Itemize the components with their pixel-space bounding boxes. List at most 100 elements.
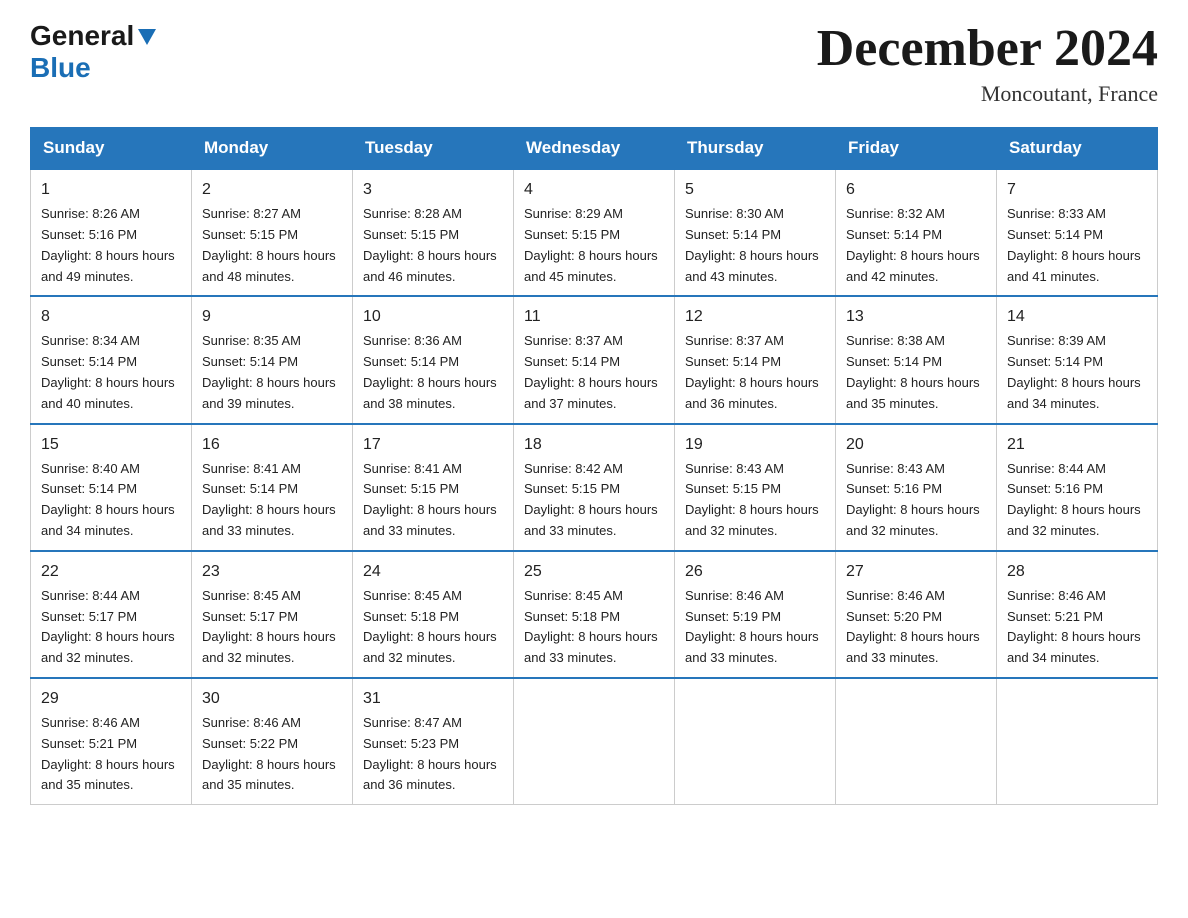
calendar-day-cell: 6 Sunrise: 8:32 AMSunset: 5:14 PMDayligh… [836,169,997,296]
col-sunday: Sunday [31,128,192,170]
calendar-day-cell: 1 Sunrise: 8:26 AMSunset: 5:16 PMDayligh… [31,169,192,296]
day-number: 20 [846,433,986,457]
day-info: Sunrise: 8:30 AMSunset: 5:14 PMDaylight:… [685,206,819,283]
day-number: 7 [1007,178,1147,202]
calendar-day-cell: 23 Sunrise: 8:45 AMSunset: 5:17 PMDaylig… [192,551,353,678]
day-number: 5 [685,178,825,202]
day-number: 25 [524,560,664,584]
day-info: Sunrise: 8:38 AMSunset: 5:14 PMDaylight:… [846,333,980,410]
day-number: 4 [524,178,664,202]
day-info: Sunrise: 8:46 AMSunset: 5:19 PMDaylight:… [685,588,819,665]
calendar-day-cell: 12 Sunrise: 8:37 AMSunset: 5:14 PMDaylig… [675,296,836,423]
day-number: 11 [524,305,664,329]
logo-blue-text: Blue [30,52,91,83]
day-number: 19 [685,433,825,457]
calendar-day-cell [514,678,675,805]
day-number: 14 [1007,305,1147,329]
calendar-day-cell: 5 Sunrise: 8:30 AMSunset: 5:14 PMDayligh… [675,169,836,296]
calendar-day-cell: 28 Sunrise: 8:46 AMSunset: 5:21 PMDaylig… [997,551,1158,678]
day-number: 9 [202,305,342,329]
day-info: Sunrise: 8:45 AMSunset: 5:18 PMDaylight:… [363,588,497,665]
day-info: Sunrise: 8:45 AMSunset: 5:18 PMDaylight:… [524,588,658,665]
calendar-week-row: 22 Sunrise: 8:44 AMSunset: 5:17 PMDaylig… [31,551,1158,678]
calendar-day-cell: 11 Sunrise: 8:37 AMSunset: 5:14 PMDaylig… [514,296,675,423]
calendar-day-cell: 15 Sunrise: 8:40 AMSunset: 5:14 PMDaylig… [31,424,192,551]
day-number: 30 [202,687,342,711]
calendar-day-cell: 13 Sunrise: 8:38 AMSunset: 5:14 PMDaylig… [836,296,997,423]
day-number: 3 [363,178,503,202]
day-info: Sunrise: 8:46 AMSunset: 5:21 PMDaylight:… [1007,588,1141,665]
calendar-day-cell: 7 Sunrise: 8:33 AMSunset: 5:14 PMDayligh… [997,169,1158,296]
day-info: Sunrise: 8:46 AMSunset: 5:22 PMDaylight:… [202,715,336,792]
calendar-day-cell [675,678,836,805]
day-number: 27 [846,560,986,584]
day-info: Sunrise: 8:39 AMSunset: 5:14 PMDaylight:… [1007,333,1141,410]
day-info: Sunrise: 8:42 AMSunset: 5:15 PMDaylight:… [524,461,658,538]
calendar-week-row: 15 Sunrise: 8:40 AMSunset: 5:14 PMDaylig… [31,424,1158,551]
day-number: 12 [685,305,825,329]
day-info: Sunrise: 8:41 AMSunset: 5:14 PMDaylight:… [202,461,336,538]
day-number: 10 [363,305,503,329]
calendar-day-cell [997,678,1158,805]
day-info: Sunrise: 8:43 AMSunset: 5:16 PMDaylight:… [846,461,980,538]
day-info: Sunrise: 8:33 AMSunset: 5:14 PMDaylight:… [1007,206,1141,283]
day-number: 18 [524,433,664,457]
day-number: 17 [363,433,503,457]
col-thursday: Thursday [675,128,836,170]
day-number: 8 [41,305,181,329]
calendar-table: Sunday Monday Tuesday Wednesday Thursday… [30,127,1158,805]
day-number: 31 [363,687,503,711]
day-number: 16 [202,433,342,457]
calendar-subtitle: Moncoutant, France [817,81,1158,107]
day-number: 15 [41,433,181,457]
day-number: 23 [202,560,342,584]
day-info: Sunrise: 8:46 AMSunset: 5:20 PMDaylight:… [846,588,980,665]
calendar-day-cell: 9 Sunrise: 8:35 AMSunset: 5:14 PMDayligh… [192,296,353,423]
calendar-day-cell: 18 Sunrise: 8:42 AMSunset: 5:15 PMDaylig… [514,424,675,551]
calendar-day-cell: 31 Sunrise: 8:47 AMSunset: 5:23 PMDaylig… [353,678,514,805]
day-info: Sunrise: 8:32 AMSunset: 5:14 PMDaylight:… [846,206,980,283]
day-number: 29 [41,687,181,711]
col-monday: Monday [192,128,353,170]
day-info: Sunrise: 8:26 AMSunset: 5:16 PMDaylight:… [41,206,175,283]
day-info: Sunrise: 8:27 AMSunset: 5:15 PMDaylight:… [202,206,336,283]
calendar-day-cell: 4 Sunrise: 8:29 AMSunset: 5:15 PMDayligh… [514,169,675,296]
calendar-day-cell: 27 Sunrise: 8:46 AMSunset: 5:20 PMDaylig… [836,551,997,678]
day-info: Sunrise: 8:40 AMSunset: 5:14 PMDaylight:… [41,461,175,538]
logo: General Blue [30,20,158,84]
day-number: 28 [1007,560,1147,584]
day-info: Sunrise: 8:34 AMSunset: 5:14 PMDaylight:… [41,333,175,410]
day-number: 22 [41,560,181,584]
day-info: Sunrise: 8:36 AMSunset: 5:14 PMDaylight:… [363,333,497,410]
calendar-day-cell: 29 Sunrise: 8:46 AMSunset: 5:21 PMDaylig… [31,678,192,805]
col-tuesday: Tuesday [353,128,514,170]
day-number: 24 [363,560,503,584]
logo-general-text: General [30,20,134,52]
day-info: Sunrise: 8:28 AMSunset: 5:15 PMDaylight:… [363,206,497,283]
calendar-week-row: 8 Sunrise: 8:34 AMSunset: 5:14 PMDayligh… [31,296,1158,423]
day-number: 26 [685,560,825,584]
day-number: 1 [41,178,181,202]
col-saturday: Saturday [997,128,1158,170]
day-info: Sunrise: 8:47 AMSunset: 5:23 PMDaylight:… [363,715,497,792]
day-info: Sunrise: 8:44 AMSunset: 5:16 PMDaylight:… [1007,461,1141,538]
logo-triangle-icon [136,25,158,47]
calendar-day-cell: 20 Sunrise: 8:43 AMSunset: 5:16 PMDaylig… [836,424,997,551]
calendar-day-cell: 21 Sunrise: 8:44 AMSunset: 5:16 PMDaylig… [997,424,1158,551]
calendar-week-row: 1 Sunrise: 8:26 AMSunset: 5:16 PMDayligh… [31,169,1158,296]
calendar-day-cell: 16 Sunrise: 8:41 AMSunset: 5:14 PMDaylig… [192,424,353,551]
day-info: Sunrise: 8:41 AMSunset: 5:15 PMDaylight:… [363,461,497,538]
day-info: Sunrise: 8:35 AMSunset: 5:14 PMDaylight:… [202,333,336,410]
col-friday: Friday [836,128,997,170]
calendar-day-cell: 2 Sunrise: 8:27 AMSunset: 5:15 PMDayligh… [192,169,353,296]
day-info: Sunrise: 8:45 AMSunset: 5:17 PMDaylight:… [202,588,336,665]
calendar-day-cell: 17 Sunrise: 8:41 AMSunset: 5:15 PMDaylig… [353,424,514,551]
calendar-day-cell: 22 Sunrise: 8:44 AMSunset: 5:17 PMDaylig… [31,551,192,678]
calendar-day-cell: 24 Sunrise: 8:45 AMSunset: 5:18 PMDaylig… [353,551,514,678]
day-info: Sunrise: 8:37 AMSunset: 5:14 PMDaylight:… [685,333,819,410]
calendar-day-cell: 19 Sunrise: 8:43 AMSunset: 5:15 PMDaylig… [675,424,836,551]
day-number: 2 [202,178,342,202]
day-number: 6 [846,178,986,202]
col-wednesday: Wednesday [514,128,675,170]
calendar-day-cell: 14 Sunrise: 8:39 AMSunset: 5:14 PMDaylig… [997,296,1158,423]
